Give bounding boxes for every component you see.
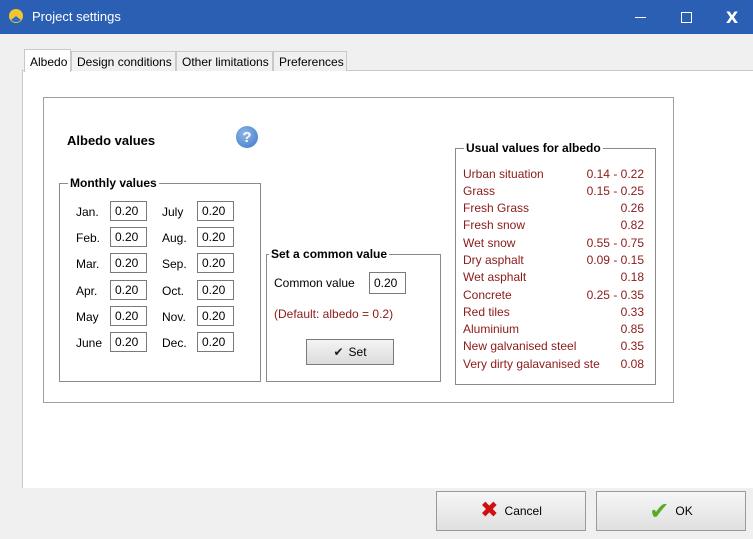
usual-name: Concrete — [463, 288, 512, 302]
usual-value: 0.33 — [618, 305, 644, 319]
month-label-oct: Oct. — [162, 284, 185, 298]
usual-name: Wet asphalt — [463, 270, 527, 284]
usual-row: Very dirty galavanised ste 0.08 — [463, 357, 644, 374]
usual-name: Dry asphalt — [463, 253, 524, 267]
usual-value: 0.25 - 0.35 — [584, 288, 644, 302]
cancel-button[interactable]: ✖ Cancel — [436, 491, 586, 531]
close-icon: X — [725, 7, 739, 27]
check-icon: ✔ — [333, 345, 344, 359]
usual-name: Fresh Grass — [463, 201, 530, 215]
usual-value: 0.26 — [618, 201, 644, 215]
usual-name: Fresh snow — [463, 218, 526, 232]
month-input-feb[interactable]: 0.20 — [110, 227, 147, 247]
usual-name: Aluminium — [463, 322, 520, 336]
usual-row: Red tiles 0.33 — [463, 305, 644, 322]
tab-albedo[interactable]: Albedo — [24, 49, 71, 72]
cancel-button-label: Cancel — [504, 504, 542, 518]
albedo-title: Albedo values — [67, 133, 156, 148]
month-input-may[interactable]: 0.20 — [110, 306, 147, 326]
month-input-aug[interactable]: 0.20 — [197, 227, 234, 247]
month-input-jan[interactable]: 0.20 — [110, 201, 147, 221]
usual-name: Red tiles — [463, 305, 510, 319]
month-input-sep[interactable]: 0.20 — [197, 253, 234, 273]
usual-name: Grass — [463, 184, 496, 198]
month-input-oct[interactable]: 0.20 — [197, 280, 234, 300]
month-label-june: June — [76, 336, 103, 350]
month-label-nov: Nov. — [162, 310, 186, 324]
window-title: Project settings — [32, 9, 121, 24]
ok-button[interactable]: ✔ OK — [596, 491, 746, 531]
usual-name: Very dirty galavanised ste — [463, 357, 600, 371]
close-button[interactable]: X — [709, 0, 753, 34]
usual-value: 0.18 — [618, 270, 644, 284]
usual-value: 0.55 - 0.75 — [584, 236, 644, 250]
minimize-button[interactable] — [617, 0, 663, 34]
usual-name: Wet snow — [463, 236, 516, 250]
usual-value: 0.09 - 0.15 — [584, 253, 644, 267]
usual-row: Concrete 0.25 - 0.35 — [463, 288, 644, 305]
set-button[interactable]: ✔ Set — [306, 339, 394, 365]
usual-value: 0.15 - 0.25 — [584, 184, 644, 198]
month-input-mar[interactable]: 0.20 — [110, 253, 147, 273]
month-input-apr[interactable]: 0.20 — [110, 280, 147, 300]
red-x-icon: ✖ — [480, 498, 499, 523]
green-check-icon: ✔ — [649, 497, 670, 525]
maximize-icon — [680, 11, 692, 23]
minimize-icon — [634, 16, 646, 18]
maximize-button[interactable] — [663, 0, 709, 34]
set-button-label: Set — [348, 345, 367, 359]
usual-value: 0.14 - 0.22 — [584, 167, 644, 181]
usual-value: 0.08 — [618, 357, 644, 371]
month-label-dec: Dec. — [162, 336, 187, 350]
usual-values-label: Usual values for albedo — [464, 141, 603, 155]
help-icon[interactable]: ? — [236, 126, 258, 148]
usual-value: 0.82 — [618, 218, 644, 232]
common-value-group-label: Set a common value — [269, 247, 390, 261]
usual-row: Aluminium 0.85 — [463, 322, 644, 339]
month-input-june[interactable]: 0.20 — [110, 332, 147, 352]
month-label-aug: Aug. — [162, 231, 187, 245]
month-label-jan: Jan. — [76, 205, 99, 219]
common-value-input[interactable]: 0.20 — [369, 272, 406, 294]
usual-row: Dry asphalt 0.09 - 0.15 — [463, 253, 644, 270]
usual-value: 0.35 — [618, 339, 644, 353]
tab-preferences[interactable]: Preferences — [273, 51, 347, 71]
usual-value: 0.85 — [618, 322, 644, 336]
sun-icon — [9, 9, 23, 23]
month-label-sep: Sep. — [162, 257, 187, 271]
month-label-mar: Mar. — [76, 257, 100, 271]
month-input-nov[interactable]: 0.20 — [197, 306, 234, 326]
tab-other-limitations[interactable]: Other limitations — [176, 51, 273, 71]
usual-row: Fresh Grass 0.26 — [463, 201, 644, 218]
usual-row: Grass 0.15 - 0.25 — [463, 184, 644, 201]
default-note: (Default: albedo = 0.2) — [274, 307, 394, 321]
tab-design-conditions[interactable]: Design conditions — [71, 51, 176, 71]
usual-name: New galvanised steel — [463, 339, 577, 353]
usual-row: Wet asphalt 0.18 — [463, 270, 644, 287]
usual-row: New galvanised steel 0.35 — [463, 339, 644, 356]
month-input-dec[interactable]: 0.20 — [197, 332, 234, 352]
month-label-may: May — [76, 310, 99, 324]
title-bar: Project settings X — [0, 0, 753, 34]
month-input-jul[interactable]: 0.20 — [197, 201, 234, 221]
common-value-label: Common value — [274, 276, 355, 290]
month-label-feb: Feb. — [76, 231, 101, 245]
usual-row: Wet snow 0.55 - 0.75 — [463, 236, 644, 253]
ok-button-label: OK — [675, 504, 693, 518]
month-label-jul: July — [162, 205, 184, 219]
monthly-values-label: Monthly values — [68, 176, 159, 190]
month-label-apr: Apr. — [76, 284, 98, 298]
usual-row: Fresh snow 0.82 — [463, 218, 644, 235]
usual-name: Urban situation — [463, 167, 544, 181]
usual-row: Urban situation 0.14 - 0.22 — [463, 167, 644, 184]
